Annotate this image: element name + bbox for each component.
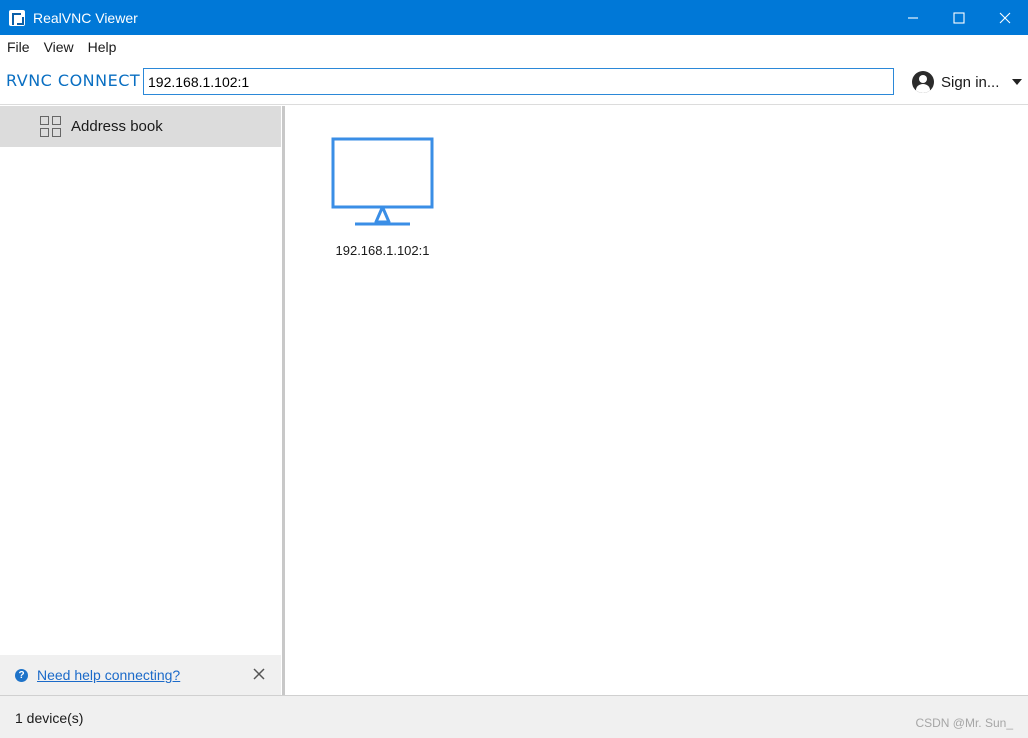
menu-help[interactable]: Help bbox=[81, 35, 124, 59]
menu-file[interactable]: File bbox=[0, 35, 37, 59]
sidebar-item-address-book[interactable]: Address book bbox=[0, 106, 281, 147]
address-input[interactable] bbox=[143, 68, 894, 95]
device-tile[interactable]: 192.168.1.102:1 bbox=[325, 134, 440, 264]
close-icon bbox=[253, 668, 265, 680]
help-close-button[interactable] bbox=[252, 667, 266, 681]
menu-view[interactable]: View bbox=[37, 35, 81, 59]
grid-icon bbox=[40, 116, 61, 137]
sign-in-label: Sign in... bbox=[941, 73, 1000, 91]
user-avatar-icon bbox=[912, 71, 934, 93]
maximize-icon bbox=[953, 11, 965, 24]
device-area: 192.168.1.102:1 bbox=[285, 106, 1028, 695]
watermark: CSDN @Mr. Sun_ bbox=[915, 716, 1013, 730]
device-label: 192.168.1.102:1 bbox=[335, 243, 430, 258]
realvnc-app-icon bbox=[9, 9, 25, 26]
window-title: RealVNC Viewer bbox=[33, 9, 138, 26]
maximize-button[interactable] bbox=[936, 0, 982, 35]
close-button[interactable] bbox=[982, 0, 1028, 35]
chevron-down-icon[interactable] bbox=[1012, 79, 1022, 85]
monitor-icon bbox=[331, 137, 434, 226]
minimize-button[interactable] bbox=[890, 0, 936, 35]
help-bar: ? Need help connecting? bbox=[0, 655, 281, 695]
sidebar-item-label: Address book bbox=[71, 118, 163, 135]
device-count: 1 device(s) bbox=[15, 710, 84, 726]
help-icon: ? bbox=[15, 668, 28, 682]
menu-bar: File View Help bbox=[0, 35, 1028, 59]
need-help-link[interactable]: Need help connecting? bbox=[37, 667, 180, 683]
window-controls bbox=[890, 0, 1028, 35]
rvnc-connect-logo: RVNC CONNECT bbox=[6, 71, 141, 90]
sidebar: Address book ? Need help connecting? bbox=[0, 106, 282, 695]
sign-in-button[interactable]: Sign in... bbox=[912, 69, 999, 95]
toolbar: RVNC CONNECT Sign in... bbox=[0, 59, 1028, 105]
status-bar: 1 device(s) CSDN @Mr. Sun_ bbox=[0, 695, 1028, 738]
title-bar: RealVNC Viewer bbox=[0, 0, 1028, 35]
close-icon bbox=[999, 12, 1011, 23]
minimize-icon bbox=[908, 16, 918, 19]
